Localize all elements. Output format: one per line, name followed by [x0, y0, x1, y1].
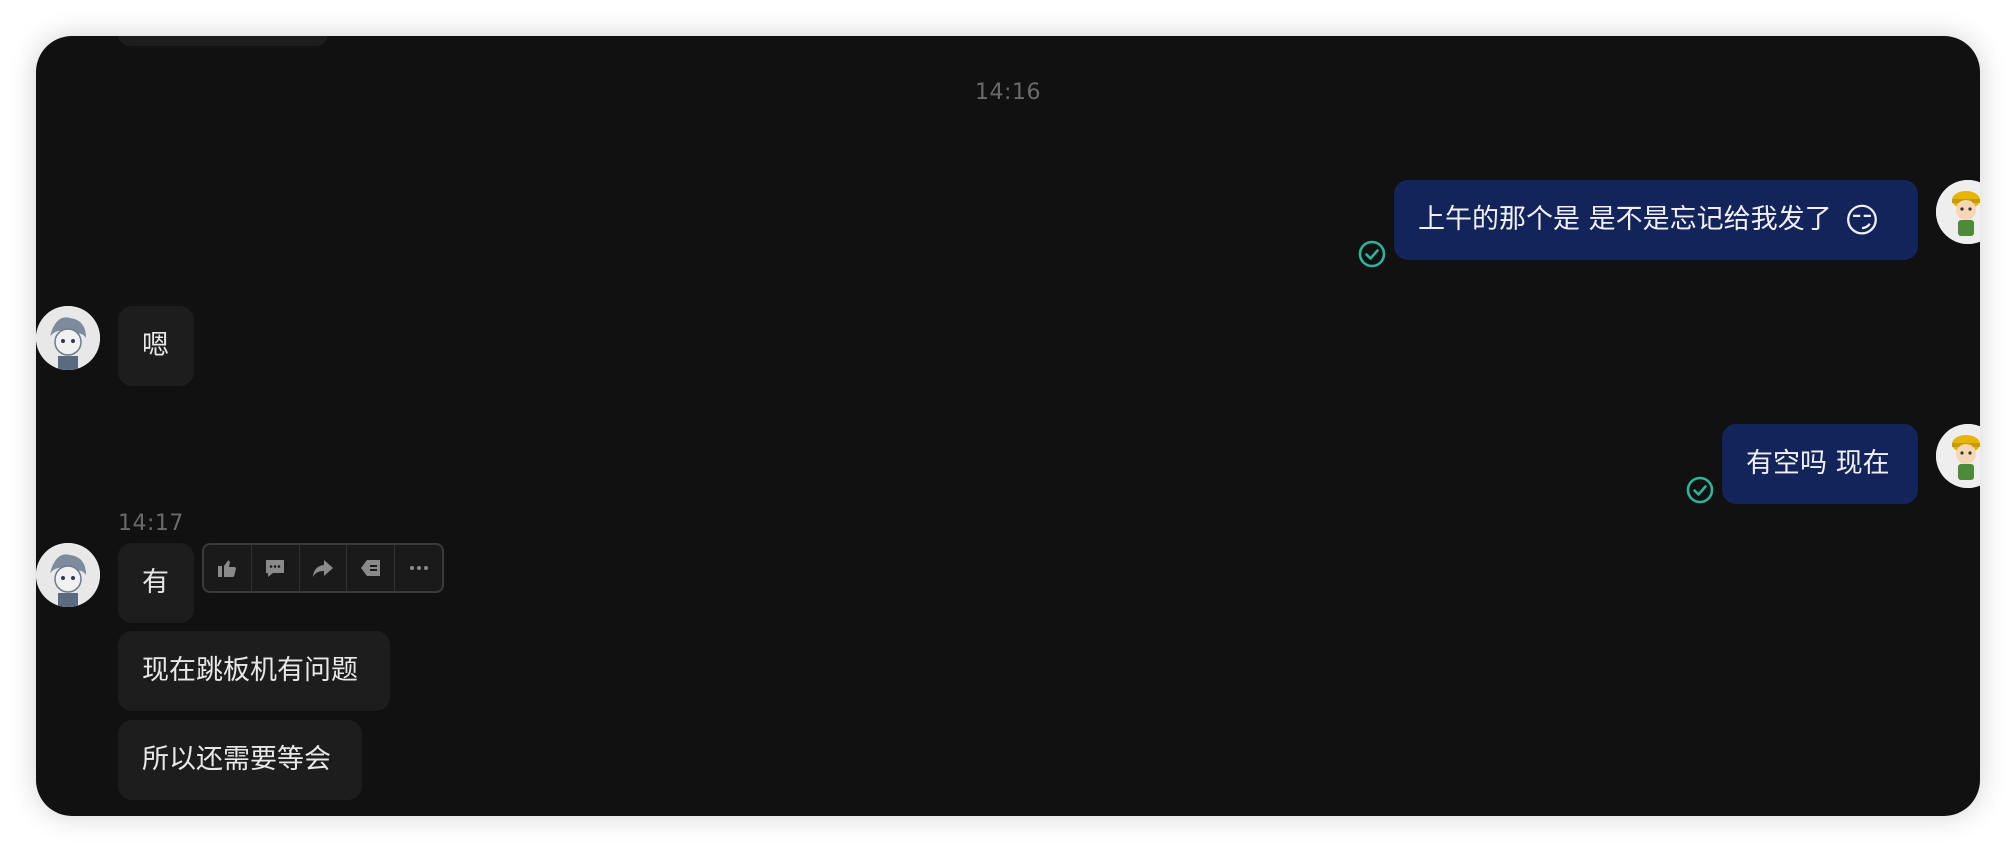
- message-bubble-outgoing[interactable]: 有空吗 现在: [1722, 424, 1918, 504]
- message-bubble-incoming[interactable]: 所以还需要等会: [118, 720, 362, 800]
- thumbs-up-icon[interactable]: [204, 545, 252, 591]
- more-icon[interactable]: [395, 545, 442, 591]
- message-text: 现在跳板机有问题: [142, 655, 358, 686]
- message-timestamp: 14:17: [118, 511, 184, 536]
- comment-icon[interactable]: [252, 545, 300, 591]
- chat-window: 14:16 上午的那个是 是不是忘记给我发了 😏 嗯 有空吗 现在 14:17 …: [36, 36, 1980, 816]
- read-check-icon: [1358, 240, 1386, 268]
- my-avatar[interactable]: [1936, 180, 1980, 244]
- message-text: 有: [142, 567, 169, 598]
- message-bubble-outgoing[interactable]: 上午的那个是 是不是忘记给我发了 😏: [1394, 180, 1918, 260]
- smirk-emoji-icon: 😏: [1844, 201, 1880, 241]
- message-text: 有空吗 现在: [1746, 448, 1890, 479]
- my-avatar[interactable]: [1936, 424, 1980, 488]
- message-text: 所以还需要等会: [142, 744, 331, 775]
- message-text: 嗯: [142, 330, 169, 361]
- message-bubble-incoming[interactable]: 现在跳板机有问题: [118, 631, 390, 711]
- read-check-icon: [1686, 476, 1714, 504]
- contact-avatar[interactable]: [36, 543, 100, 607]
- message-bubble-incoming[interactable]: 嗯: [118, 306, 194, 386]
- message-bubble-incoming[interactable]: 有: [118, 543, 194, 623]
- partial-message-bubble[interactable]: [118, 36, 328, 46]
- message-text: 上午的那个是 是不是忘记给我发了: [1418, 204, 1832, 235]
- quote-icon[interactable]: [347, 545, 396, 591]
- contact-avatar[interactable]: [36, 306, 100, 370]
- forward-icon[interactable]: [300, 545, 348, 591]
- timestamp-divider: 14:16: [975, 80, 1041, 105]
- message-action-toolbar: [202, 543, 444, 593]
